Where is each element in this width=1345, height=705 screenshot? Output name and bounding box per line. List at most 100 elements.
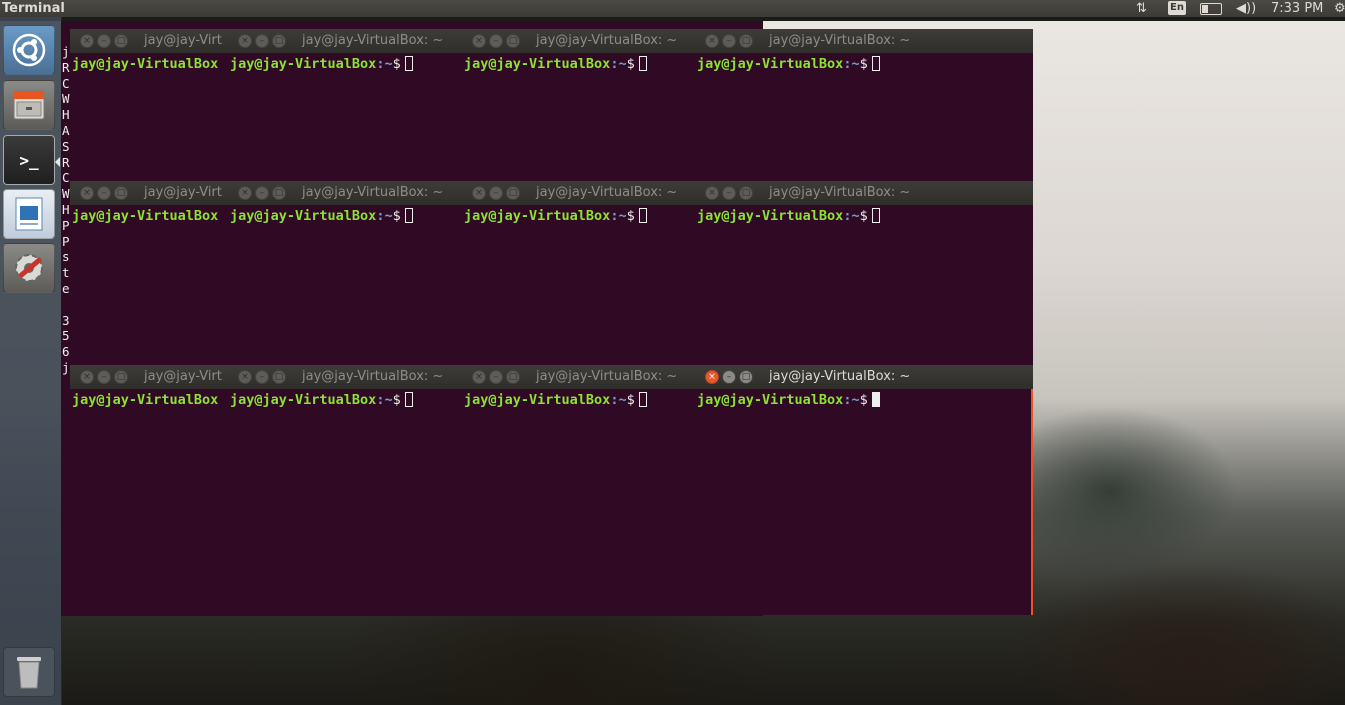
launcher-terminal-button[interactable]: >_ <box>3 135 55 185</box>
gear-icon[interactable]: ⚙ <box>1334 0 1345 17</box>
terminal-window[interactable]: × – □ jay@jay-VirtualBox: ~ jay@jay-VirtualB… <box>228 29 464 181</box>
keyboard-language-indicator[interactable]: En <box>1168 1 1186 15</box>
terminal-titlebar[interactable]: × – □ jay@jay-Virt <box>70 29 230 53</box>
terminal-content[interactable]: jay@jay-VirtualBox:~$ <box>228 53 464 181</box>
terminal-titlebar[interactable]: × – □ jay@jay-VirtualBox: ~ <box>462 365 696 389</box>
close-icon[interactable]: × <box>238 370 252 384</box>
terminal-content[interactable]: jay@jay-VirtualBox:~$ <box>695 205 1033 365</box>
minimize-icon[interactable]: – <box>255 34 269 48</box>
terminal-title: jay@jay-VirtualBox: ~ <box>769 33 911 48</box>
terminal-title: jay@jay-VirtualBox: ~ <box>302 33 444 48</box>
launcher-writer-button[interactable] <box>3 189 55 239</box>
close-icon[interactable]: × <box>472 186 486 200</box>
terminal-window[interactable]: × – □ jay@jay-Virt jay@jay-VirtualBox <box>70 181 230 365</box>
terminal-content[interactable]: jay@jay-VirtualBox <box>70 53 230 181</box>
terminal-title: jay@jay-VirtualBox: ~ <box>536 33 678 48</box>
terminal-window[interactable]: × – □ jay@jay-VirtualBox: ~ jay@jay-VirtualB… <box>462 29 696 181</box>
close-icon[interactable]: × <box>705 186 719 200</box>
close-icon[interactable]: × <box>705 34 719 48</box>
maximize-icon[interactable]: □ <box>272 370 286 384</box>
minimize-icon[interactable]: – <box>722 34 736 48</box>
terminal-window[interactable]: × – □ jay@jay-VirtualBox: ~ jay@jay-VirtualB… <box>228 181 464 365</box>
terminal-titlebar[interactable]: × – □ jay@jay-VirtualBox: ~ <box>695 29 1033 53</box>
terminal-titlebar[interactable]: × – □ jay@jay-VirtualBox: ~ <box>695 365 1033 389</box>
battery-icon[interactable] <box>1200 3 1222 15</box>
top-panel: Terminal ⇅ En ◀)) 7:33 PM ⚙ <box>0 0 1345 17</box>
close-icon[interactable]: × <box>472 370 486 384</box>
maximize-icon[interactable]: □ <box>272 186 286 200</box>
terminal-title: jay@jay-VirtualBox: ~ <box>769 369 911 384</box>
minimize-icon[interactable]: – <box>255 370 269 384</box>
maximize-icon[interactable]: □ <box>114 186 128 200</box>
close-icon[interactable]: × <box>80 34 94 48</box>
maximize-icon[interactable]: □ <box>114 370 128 384</box>
terminal-window[interactable]: × – □ jay@jay-VirtualBox: ~ jay@jay-VirtualB… <box>695 181 1033 365</box>
maximize-icon[interactable]: □ <box>506 186 520 200</box>
close-icon[interactable]: × <box>705 370 719 384</box>
terminal-title: jay@jay-VirtualBox: ~ <box>536 185 678 200</box>
terminal-titlebar[interactable]: × – □ jay@jay-VirtualBox: ~ <box>695 181 1033 205</box>
maximize-icon[interactable]: □ <box>114 34 128 48</box>
minimize-icon[interactable]: – <box>722 370 736 384</box>
launcher-files-button[interactable] <box>3 80 55 130</box>
maximize-icon[interactable]: □ <box>506 34 520 48</box>
terminal-titlebar[interactable]: × – □ jay@jay-VirtualBox: ~ <box>462 29 696 53</box>
terminal-title: jay@jay-VirtualBox: ~ <box>536 369 678 384</box>
terminal-cursor <box>638 208 647 223</box>
minimize-icon[interactable]: – <box>97 370 111 384</box>
close-icon[interactable]: × <box>238 186 252 200</box>
prompt-user: jay@jay-VirtualBox <box>464 208 611 224</box>
maximize-icon[interactable]: □ <box>739 34 753 48</box>
terminal-content[interactable]: jay@jay-VirtualBox:~$ <box>228 205 464 365</box>
terminal-content[interactable]: jay@jay-VirtualBox:~$ <box>695 53 1033 181</box>
volume-icon[interactable]: ◀)) <box>1236 0 1256 17</box>
maximize-icon[interactable]: □ <box>739 186 753 200</box>
terminal-titlebar[interactable]: × – □ jay@jay-Virt <box>70 181 230 205</box>
prompt-path: :~ <box>610 56 627 72</box>
maximize-icon[interactable]: □ <box>739 370 753 384</box>
prompt-user: jay@jay-VirtualBox <box>72 56 219 72</box>
terminal-prompt: jay@jay-VirtualBox:~$ <box>697 392 880 408</box>
terminal-content[interactable]: jay@jay-VirtualBox:~$ <box>462 53 696 181</box>
terminal-content[interactable]: jay@jay-VirtualBox <box>70 389 230 615</box>
minimize-icon[interactable]: – <box>722 186 736 200</box>
minimize-icon[interactable]: – <box>97 34 111 48</box>
terminal-content[interactable]: jay@jay-VirtualBox:~$ <box>228 389 464 615</box>
maximize-icon[interactable]: □ <box>506 370 520 384</box>
terminal-window[interactable]: × – □ jay@jay-Virt jay@jay-VirtualBox <box>70 29 230 181</box>
terminal-titlebar[interactable]: × – □ jay@jay-VirtualBox: ~ <box>228 365 464 389</box>
minimize-icon[interactable]: – <box>489 370 503 384</box>
prompt-user: jay@jay-VirtualBox <box>230 56 377 72</box>
close-icon[interactable]: × <box>80 186 94 200</box>
maximize-icon[interactable]: □ <box>272 34 286 48</box>
launcher-settings-button[interactable] <box>3 243 55 293</box>
clock[interactable]: 7:33 PM <box>1271 0 1323 17</box>
terminal-window[interactable]: × – □ jay@jay-VirtualBox: ~ jay@jay-VirtualB… <box>462 181 696 365</box>
terminal-window[interactable]: × – □ jay@jay-VirtualBox: ~ jay@jay-VirtualB… <box>695 365 1033 615</box>
terminal-titlebar[interactable]: × – □ jay@jay-Virt <box>70 365 230 389</box>
minimize-icon[interactable]: – <box>489 34 503 48</box>
terminal-titlebar[interactable]: × – □ jay@jay-VirtualBox: ~ <box>228 181 464 205</box>
close-icon[interactable]: × <box>80 370 94 384</box>
terminal-window[interactable]: × – □ jay@jay-VirtualBox: ~ jay@jay-VirtualB… <box>695 29 1033 181</box>
terminal-titlebar[interactable]: × – □ jay@jay-VirtualBox: ~ <box>228 29 464 53</box>
terminal-content[interactable]: jay@jay-VirtualBox:~$ <box>462 389 696 615</box>
minimize-icon[interactable]: – <box>97 186 111 200</box>
terminal-content[interactable]: jay@jay-VirtualBox:~$ <box>462 205 696 365</box>
terminal-window[interactable]: × – □ jay@jay-VirtualBox: ~ jay@jay-VirtualB… <box>228 365 464 615</box>
launcher-dash-button[interactable] <box>3 25 55 75</box>
terminal-titlebar[interactable]: × – □ jay@jay-VirtualBox: ~ <box>462 181 696 205</box>
close-icon[interactable]: × <box>238 34 252 48</box>
terminal-window[interactable]: × – □ jay@jay-VirtualBox: ~ jay@jay-VirtualB… <box>462 365 696 615</box>
minimize-icon[interactable]: – <box>255 186 269 200</box>
terminal-content[interactable]: jay@jay-VirtualBox:~$ <box>695 389 1033 615</box>
terminal-prompt: jay@jay-VirtualBox <box>72 392 218 408</box>
launcher: >_ <box>0 17 62 705</box>
network-updown-icon[interactable]: ⇅ <box>1136 0 1147 17</box>
close-icon[interactable]: × <box>472 34 486 48</box>
launcher-trash-button[interactable] <box>3 647 55 697</box>
terminal-window[interactable]: × – □ jay@jay-Virt jay@jay-VirtualBox <box>70 365 230 615</box>
terminal-prompt: jay@jay-VirtualBox:~$ <box>464 392 647 408</box>
minimize-icon[interactable]: – <box>489 186 503 200</box>
terminal-content[interactable]: jay@jay-VirtualBox <box>70 205 230 365</box>
